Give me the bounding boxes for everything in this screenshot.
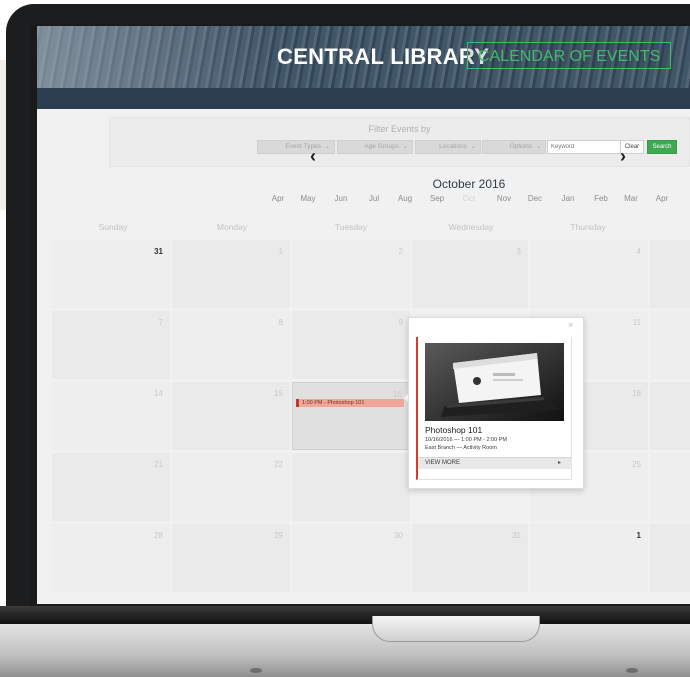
- day-cell[interactable]: [650, 311, 690, 379]
- day-cell-selected[interactable]: 16: [292, 382, 410, 450]
- locations-label: Locations: [439, 143, 467, 150]
- month-link-aug[interactable]: Aug: [390, 194, 420, 203]
- day-cell[interactable]: 1: [530, 524, 648, 592]
- chevron-down-icon: ⌄: [470, 144, 476, 150]
- day-cell[interactable]: [650, 240, 690, 308]
- month-link-may[interactable]: May: [293, 194, 323, 203]
- month-link-jul[interactable]: Jul: [359, 194, 389, 203]
- day-number: 4: [636, 247, 641, 256]
- day-number: 1: [278, 247, 283, 256]
- day-number: 3: [516, 247, 521, 256]
- event-location: East Branch — Activity Room: [425, 445, 497, 451]
- chevron-down-icon: ⌄: [535, 144, 541, 150]
- day-cell[interactable]: 14: [52, 382, 170, 450]
- month-link-mar[interactable]: Mar: [616, 194, 646, 203]
- filter-panel: Filter Events by Event Types ⌄ Age Groups…: [109, 117, 690, 167]
- view-more-button[interactable]: VIEW MORE: [418, 457, 572, 469]
- site-title[interactable]: CENTRAL LIBRARY: [277, 44, 489, 70]
- day-cell[interactable]: [292, 453, 410, 521]
- day-number: 28: [154, 531, 163, 540]
- day-number: 31: [512, 531, 521, 540]
- day-cell[interactable]: [650, 524, 690, 592]
- header-overlay: [37, 26, 277, 88]
- day-number: 18: [632, 389, 641, 398]
- laptop-foot: [626, 668, 638, 673]
- nav-bar: [37, 88, 690, 109]
- day-cell[interactable]: 9: [292, 311, 410, 379]
- locations-select[interactable]: Locations ⌄: [415, 140, 481, 154]
- day-cell[interactable]: 4: [530, 240, 648, 308]
- day-number: 8: [278, 318, 283, 327]
- day-number: 25: [632, 460, 641, 469]
- day-number: 21: [154, 460, 163, 469]
- close-icon[interactable]: ×: [568, 320, 573, 330]
- day-cell[interactable]: 7: [52, 311, 170, 379]
- month-link-apr-next[interactable]: Apr: [647, 194, 677, 203]
- day-cell[interactable]: 31: [412, 524, 528, 592]
- weekday-monday: Monday: [216, 222, 248, 232]
- day-number: 15: [274, 389, 283, 398]
- day-number: 22: [274, 460, 283, 469]
- site-subtitle: CALENDAR OF EVENTS: [467, 42, 672, 69]
- laptop-notch: [372, 616, 540, 642]
- weekday-thursday: Thursday: [570, 222, 606, 232]
- month-link-dec[interactable]: Dec: [520, 194, 550, 203]
- day-cell[interactable]: 21: [52, 453, 170, 521]
- day-number: 9: [398, 318, 403, 327]
- site-header: CENTRAL LIBRARY CALENDAR OF EVENTS: [37, 26, 690, 88]
- day-cell[interactable]: 31: [52, 240, 170, 308]
- day-number: 29: [274, 531, 283, 540]
- month-link-jun[interactable]: Jun: [326, 194, 356, 203]
- day-cell[interactable]: 28: [52, 524, 170, 592]
- options-select[interactable]: Options ⌄: [482, 140, 546, 154]
- day-number: 30: [394, 531, 403, 540]
- day-cell[interactable]: 1: [172, 240, 290, 308]
- month-link-feb[interactable]: Feb: [586, 194, 616, 203]
- chevron-down-icon: ⌄: [324, 144, 330, 150]
- day-number: 2: [398, 247, 403, 256]
- previous-month-icon[interactable]: ‹: [310, 146, 316, 167]
- arrow-right-icon: ▸: [558, 460, 562, 466]
- day-cell[interactable]: [650, 453, 690, 521]
- laptop-hinge: [0, 606, 690, 624]
- day-number: 7: [158, 318, 163, 327]
- event-types-select[interactable]: Event Types ⌄: [257, 140, 335, 154]
- options-label: Options: [509, 143, 532, 150]
- weekday-tuesday: Tuesday: [334, 222, 368, 232]
- search-button[interactable]: Search: [647, 140, 677, 154]
- event-date-time: 10/16/2016 — 1:00 PM - 2:00 PM: [425, 437, 507, 443]
- chevron-down-icon: ⌄: [402, 144, 408, 150]
- event-title: Photoshop 101: [425, 425, 483, 435]
- day-cell[interactable]: 22: [172, 453, 290, 521]
- day-cell[interactable]: 8: [172, 311, 290, 379]
- next-month-icon[interactable]: ›: [620, 146, 626, 167]
- month-link-apr[interactable]: Apr: [263, 194, 293, 203]
- weekday-sunday: Sunday: [98, 222, 128, 232]
- day-cell[interactable]: 3: [412, 240, 528, 308]
- month-link-sep[interactable]: Sep: [422, 194, 452, 203]
- age-groups-label: Age Groups: [364, 143, 399, 150]
- month-link-oct: Oct: [462, 194, 476, 203]
- day-cell[interactable]: 30: [292, 524, 410, 592]
- day-number: 1: [636, 531, 641, 540]
- weekday-wednesday: Wednesday: [448, 222, 494, 232]
- day-number: 14: [154, 389, 163, 398]
- laptop-photo-icon: [425, 343, 564, 421]
- month-link-nov[interactable]: Nov: [489, 194, 519, 203]
- day-cell[interactable]: 29: [172, 524, 290, 592]
- keyword-input[interactable]: [547, 140, 623, 154]
- day-cell[interactable]: 15: [172, 382, 290, 450]
- day-number: 16: [393, 390, 402, 399]
- day-number: 11: [632, 318, 641, 327]
- event-image: [425, 343, 564, 421]
- laptop-foot: [250, 668, 262, 673]
- month-link-jan[interactable]: Jan: [553, 194, 583, 203]
- day-number: 31: [154, 247, 163, 256]
- event-chip[interactable]: 1:00 PM - Photoshop 101: [296, 399, 404, 407]
- day-cell[interactable]: 2: [292, 240, 410, 308]
- month-title: October 2016: [432, 177, 506, 191]
- filter-heading: Filter Events by: [368, 124, 431, 134]
- day-cell[interactable]: [650, 382, 690, 450]
- age-groups-select[interactable]: Age Groups ⌄: [337, 140, 413, 154]
